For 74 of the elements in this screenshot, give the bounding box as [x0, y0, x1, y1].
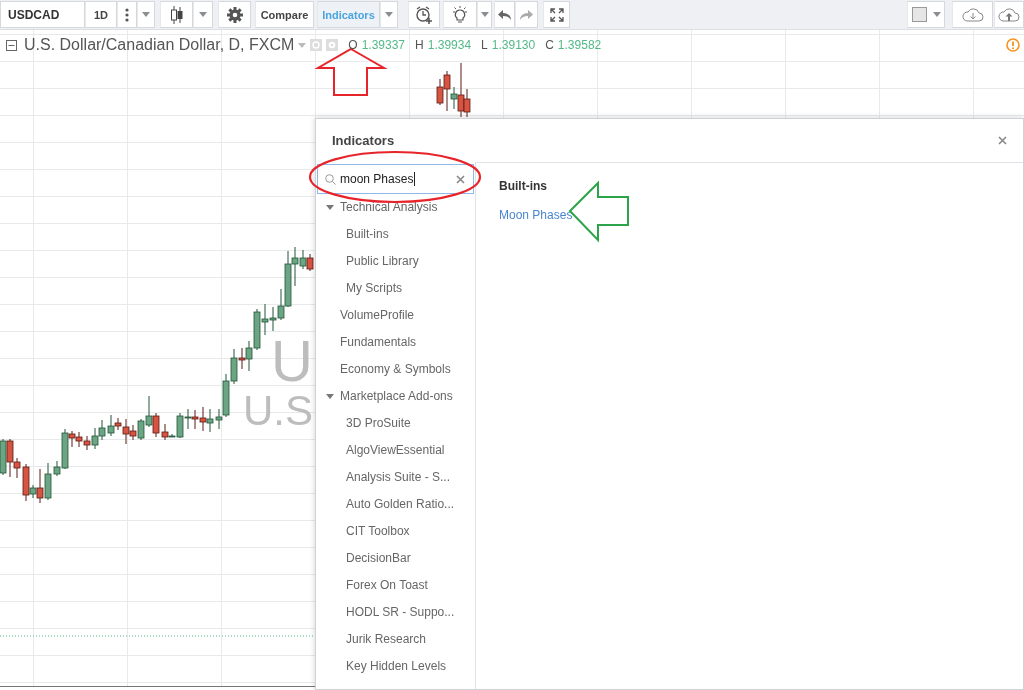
category-item[interactable]: Public Library	[346, 248, 475, 275]
category-item[interactable]: DecisionBar	[346, 545, 475, 572]
alert-button[interactable]	[408, 1, 440, 28]
load-button[interactable]	[952, 1, 993, 28]
fullscreen-icon	[549, 7, 564, 22]
search-icon	[325, 173, 336, 185]
category-item[interactable]: Built-ins	[346, 221, 475, 248]
caret-icon	[480, 12, 489, 17]
cloud-download-icon	[961, 7, 984, 22]
collapse-triangle-icon[interactable]	[326, 393, 334, 400]
close-button[interactable]	[998, 136, 1007, 145]
ideas-button[interactable]	[443, 1, 477, 28]
dots-icon	[125, 7, 129, 22]
ohlc-value: 1.39337	[361, 38, 406, 52]
ohlc-label: H	[415, 38, 424, 52]
lightbulb-icon	[451, 5, 469, 24]
chart-style-button[interactable]	[160, 1, 193, 28]
caret-icon[interactable]	[298, 42, 307, 48]
color-button[interactable]	[907, 1, 945, 28]
square-icon	[911, 7, 927, 22]
cloud-upload-icon	[998, 7, 1020, 22]
settings-button[interactable]	[218, 1, 251, 28]
ohlc-label: L	[481, 38, 488, 52]
category-item[interactable]: Analysis Suite - S...	[346, 464, 475, 491]
dialog-title: Indicators	[332, 133, 395, 148]
settings-icon	[226, 6, 243, 23]
candlestick-icon	[169, 5, 184, 24]
fullscreen-button[interactable]	[543, 1, 570, 28]
category-item[interactable]: Key Hidden Levels	[346, 653, 475, 680]
symbol-title: U.S. Dollar/Canadian Dollar, D, FXCM	[24, 36, 295, 54]
warning-icon	[1006, 38, 1020, 52]
undo-button[interactable]	[494, 1, 515, 28]
caret-icon	[385, 12, 393, 17]
result-link[interactable]: Moon Phases	[499, 208, 573, 222]
category-item[interactable]: HODL SR - Suppo...	[346, 599, 475, 626]
collapse-icon	[6, 39, 17, 51]
ohlc-label: O	[348, 38, 358, 52]
ohlc-value: 1.39934	[427, 38, 472, 52]
category-item[interactable]: Economy & Symbols	[340, 356, 475, 383]
caret-icon	[142, 12, 150, 17]
undo-icon	[498, 9, 511, 20]
category-item[interactable]: VolumeProfile	[340, 302, 475, 329]
category-item[interactable]: Forex On Toast	[346, 572, 475, 599]
interval-button[interactable]: 1D	[85, 1, 117, 28]
clear-icon[interactable]	[456, 174, 465, 184]
close-icon	[998, 136, 1007, 145]
dropdown-button[interactable]	[380, 1, 398, 28]
ohlc-label: C	[545, 38, 554, 52]
symbol-watermark: U	[271, 332, 313, 390]
category-item[interactable]: Auto Golden Ratio...	[346, 491, 475, 518]
results-heading: Built-ins	[499, 179, 548, 193]
ohlc-value: 1.39582	[557, 38, 602, 52]
caret-icon	[932, 12, 941, 17]
dropdown-button[interactable]	[137, 1, 155, 28]
ohlc-value: 1.39130	[491, 38, 536, 52]
redo-icon	[520, 9, 533, 20]
category-item[interactable]: My Scripts	[346, 275, 475, 302]
symbol-field[interactable]: USDCAD	[0, 1, 85, 28]
symbol-watermark: U.S	[243, 390, 313, 432]
save-button[interactable]	[994, 1, 1024, 28]
search-field[interactable]: moon Phases	[317, 164, 474, 194]
compare-button[interactable]: Compare	[255, 1, 314, 28]
dropdown-button[interactable]	[477, 1, 492, 28]
caret-icon	[199, 12, 207, 17]
category-item[interactable]: CIT Toolbox	[346, 518, 475, 545]
category-item[interactable]: Technical Analysis	[340, 194, 438, 221]
category-item[interactable]: Fundamentals	[340, 329, 475, 356]
menu-button[interactable]	[117, 1, 137, 28]
category-item[interactable]: AlgoViewEssential	[346, 437, 475, 464]
collapse-triangle-icon[interactable]	[326, 204, 334, 211]
category-item[interactable]: 3D ProSuite	[346, 410, 475, 437]
category-item[interactable]: Jurik Research	[346, 626, 475, 653]
category-item[interactable]: Marketplace Add-ons	[340, 383, 453, 410]
alarm-clock-icon	[415, 5, 433, 24]
